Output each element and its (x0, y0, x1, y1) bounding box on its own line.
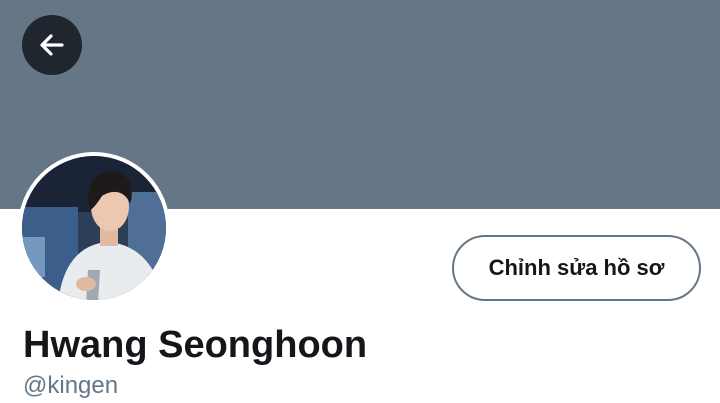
avatar[interactable] (18, 152, 170, 304)
back-button[interactable] (22, 15, 82, 75)
arrow-left-icon (36, 29, 68, 61)
profile-display-name: Hwang Seonghoon (23, 324, 368, 366)
avatar-photo (18, 152, 170, 304)
profile-handle: @kingen (23, 372, 119, 399)
edit-profile-button[interactable]: Chỉnh sửa hồ sơ (452, 235, 701, 301)
